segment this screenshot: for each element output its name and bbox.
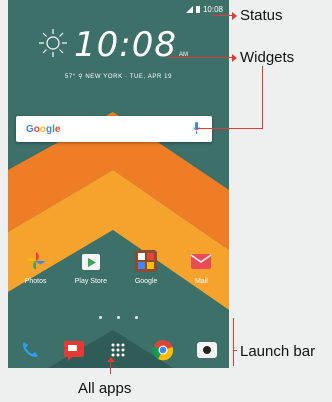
widget-location-date: 57° ⚲ NEW YORK · TUE, APR 19 bbox=[64, 74, 173, 80]
signal-icon bbox=[185, 6, 193, 13]
phone-icon[interactable] bbox=[19, 339, 41, 361]
battery-icon bbox=[195, 6, 200, 13]
app-label: Play Store bbox=[74, 278, 108, 285]
google-folder-icon bbox=[135, 250, 158, 272]
mic-icon[interactable] bbox=[193, 122, 200, 136]
widgets-callout-line-horizontal bbox=[196, 128, 263, 129]
photos-icon bbox=[26, 252, 45, 270]
all-apps-callout-arrow bbox=[107, 357, 115, 362]
status-callout-line bbox=[212, 15, 232, 16]
phone-screen: 10:08 10:08 AM 57° ⚲ NEW YORK · TUE, APR… bbox=[8, 0, 229, 368]
launch-bar-callout: Launch bar bbox=[240, 343, 316, 360]
widget-time: 10:08 bbox=[74, 25, 177, 65]
page-dot bbox=[135, 316, 138, 319]
app-mail[interactable]: Mail bbox=[177, 250, 225, 285]
app-play-store[interactable]: Play Store bbox=[67, 250, 115, 285]
app-photos[interactable]: Photos bbox=[12, 250, 60, 285]
page-dot bbox=[99, 316, 102, 319]
app-google-folder[interactable]: Google bbox=[122, 250, 170, 285]
widgets-callout-arrow bbox=[232, 54, 237, 62]
app-label: Google bbox=[134, 278, 158, 285]
launch-bar-bracket bbox=[233, 318, 234, 366]
widgets-callout: Widgets bbox=[240, 49, 295, 66]
status-time: 10:08 bbox=[202, 5, 223, 14]
camera-icon[interactable] bbox=[196, 339, 218, 361]
status-bar: 10:08 bbox=[185, 5, 223, 14]
google-logo: Google bbox=[26, 124, 61, 135]
chrome-icon[interactable] bbox=[152, 339, 174, 361]
page-indicator bbox=[8, 316, 229, 319]
launch-bar-callout-line bbox=[234, 350, 237, 351]
all-apps-callout: All apps bbox=[78, 380, 132, 397]
mail-icon bbox=[190, 254, 212, 269]
widgets-callout-line bbox=[168, 57, 232, 58]
home-apps: Photos Play Store Google Mail bbox=[8, 250, 229, 285]
status-callout: Status bbox=[240, 7, 283, 24]
messages-icon[interactable] bbox=[63, 339, 85, 361]
widgets-callout-line-vertical bbox=[262, 66, 263, 128]
app-label: Photos bbox=[24, 278, 47, 285]
clock-widget[interactable]: 10:08 AM bbox=[38, 28, 188, 62]
launch-bar bbox=[8, 332, 229, 368]
all-apps-callout-line bbox=[110, 362, 111, 374]
weather-sun-icon bbox=[39, 29, 67, 57]
page-dot bbox=[117, 316, 120, 319]
play-store-icon bbox=[81, 254, 100, 270]
app-label: Mail bbox=[194, 278, 208, 285]
google-search-bar[interactable]: Google bbox=[16, 116, 212, 142]
status-callout-arrow bbox=[232, 12, 237, 20]
